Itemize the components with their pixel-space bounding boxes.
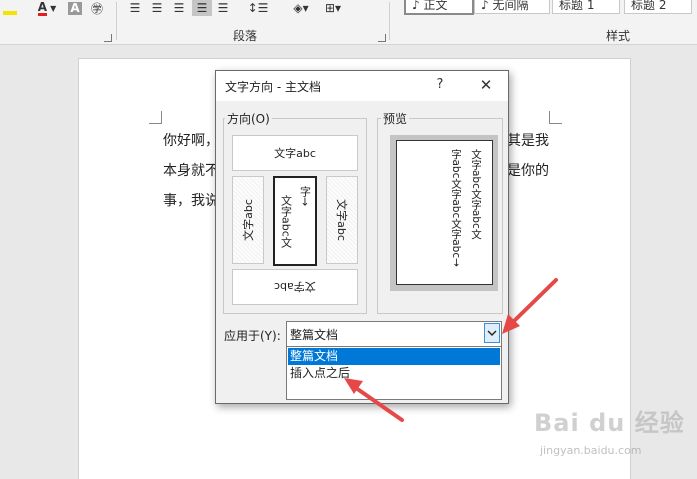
arrow-to-dropdown <box>502 278 558 334</box>
arrow-to-after-insertion <box>344 378 404 422</box>
baidu-watermark-url: jingyan.baidu.com <box>540 444 642 457</box>
baidu-watermark-logo: Bai du 经验 <box>534 409 685 437</box>
